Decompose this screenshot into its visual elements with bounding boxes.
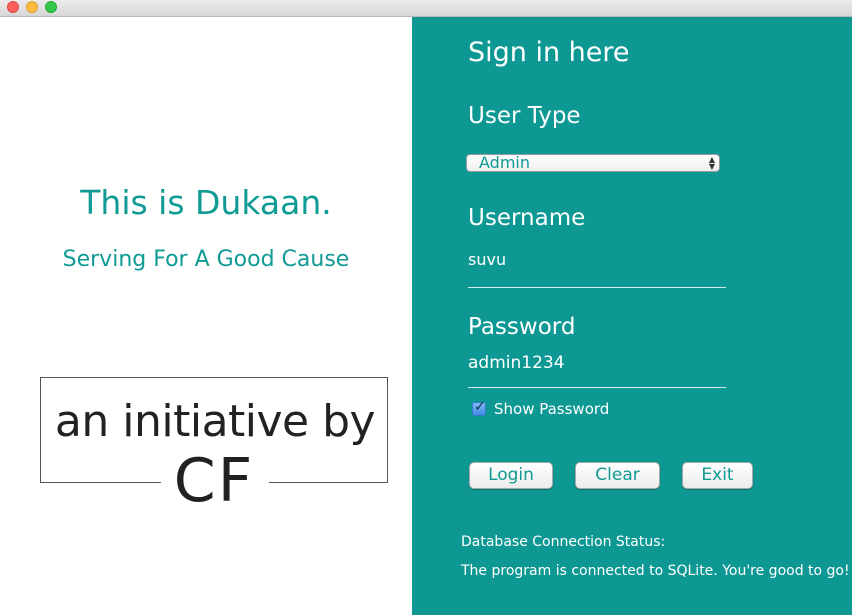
brand-title: This is Dukaan. <box>80 183 332 222</box>
username-field[interactable]: suvu <box>468 250 506 269</box>
signin-panel: Sign in here User Type Admin ▲ ▼ Username… <box>412 17 852 615</box>
minimize-window-button[interactable] <box>26 1 38 13</box>
close-window-button[interactable] <box>7 1 19 13</box>
username-underline <box>468 287 726 288</box>
password-underline <box>468 387 726 388</box>
db-status-message: The program is connected to SQLite. You'… <box>461 563 850 579</box>
password-label: Password <box>468 314 576 340</box>
checkmark-icon: ✓ <box>474 399 486 415</box>
exit-button[interactable]: Exit <box>682 462 753 489</box>
user-type-selected-value: Admin <box>479 153 530 172</box>
show-password-label: Show Password <box>494 400 610 418</box>
user-type-label: User Type <box>468 103 581 129</box>
title-bar <box>0 0 852 17</box>
zoom-window-button[interactable] <box>45 1 57 13</box>
branding-panel: This is Dukaan. Serving For A Good Cause… <box>0 17 412 615</box>
logo-cf-text: CF <box>173 446 255 516</box>
brand-tagline: Serving For A Good Cause <box>62 247 350 272</box>
user-type-select[interactable]: Admin ▲ ▼ <box>466 154 720 172</box>
login-button[interactable]: Login <box>469 462 553 489</box>
show-password-checkbox[interactable]: ✓ <box>472 399 486 416</box>
app-window: This is Dukaan. Serving For A Good Cause… <box>0 0 852 615</box>
logo-initiative-text: an initiative by <box>54 396 376 447</box>
select-arrows-icon: ▲ ▼ <box>708 155 715 171</box>
password-field[interactable]: admin1234 <box>468 353 565 373</box>
signin-heading: Sign in here <box>468 37 630 68</box>
db-status-label: Database Connection Status: <box>461 534 666 550</box>
clear-button[interactable]: Clear <box>575 462 660 489</box>
username-label: Username <box>468 205 586 231</box>
